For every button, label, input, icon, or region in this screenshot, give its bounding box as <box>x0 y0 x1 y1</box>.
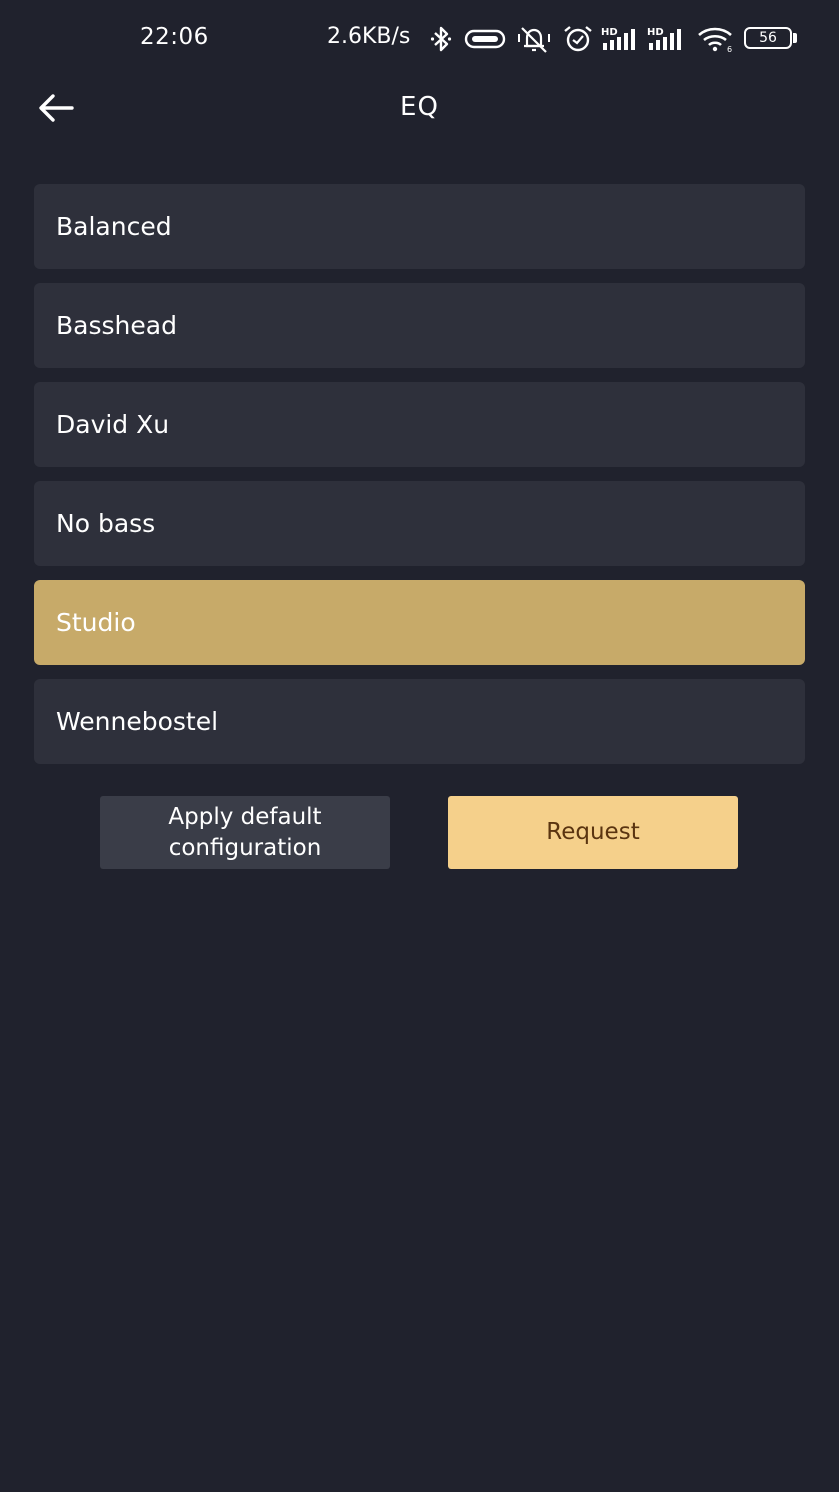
request-button[interactable]: Request <box>448 796 738 869</box>
preset-item-studio[interactable]: Studio <box>34 580 805 665</box>
battery-icon: 56 <box>744 27 792 49</box>
preset-label: Basshead <box>56 311 177 340</box>
apply-default-label-line2: configuration <box>168 834 322 861</box>
page-title: EQ <box>400 92 439 122</box>
header: EQ <box>0 80 839 136</box>
hd-signal-icon: HD <box>647 22 687 56</box>
preset-label: Studio <box>56 608 136 637</box>
mute-icon <box>515 22 553 56</box>
vibrate-icon <box>463 22 507 56</box>
request-label: Request <box>546 819 640 845</box>
bluetooth-icon <box>427 22 455 56</box>
preset-label: No bass <box>56 509 156 538</box>
apply-default-label: Apply default configuration <box>168 802 321 864</box>
svg-text:HD: HD <box>601 27 618 38</box>
battery-level: 56 <box>759 30 777 46</box>
preset-label: Balanced <box>56 212 172 241</box>
wifi-icon: 6 <box>695 22 735 56</box>
preset-label: David Xu <box>56 410 170 439</box>
preset-item-wennebostel[interactable]: Wennebostel <box>34 679 805 764</box>
svg-text:HD: HD <box>647 27 664 38</box>
preset-label: Wennebostel <box>56 707 219 736</box>
battery-nub <box>793 33 797 43</box>
preset-item-basshead[interactable]: Basshead <box>34 283 805 368</box>
preset-item-no-bass[interactable]: No bass <box>34 481 805 566</box>
hd-signal-icon: HD <box>601 22 641 56</box>
preset-item-balanced[interactable]: Balanced <box>34 184 805 269</box>
status-time: 22:06 <box>140 24 209 50</box>
alarm-icon <box>561 22 595 56</box>
preset-item-david-xu[interactable]: David Xu <box>34 382 805 467</box>
preset-list: Balanced Basshead David Xu No bass Studi… <box>34 184 805 778</box>
apply-default-label-line1: Apply default <box>168 803 322 830</box>
network-speed: 2.6KB/s <box>327 24 411 49</box>
status-bar: 22:06 2.6KB/s HD HD 6 56 <box>0 0 839 80</box>
apply-default-button[interactable]: Apply default configuration <box>100 796 390 869</box>
svg-text:6: 6 <box>727 45 732 53</box>
